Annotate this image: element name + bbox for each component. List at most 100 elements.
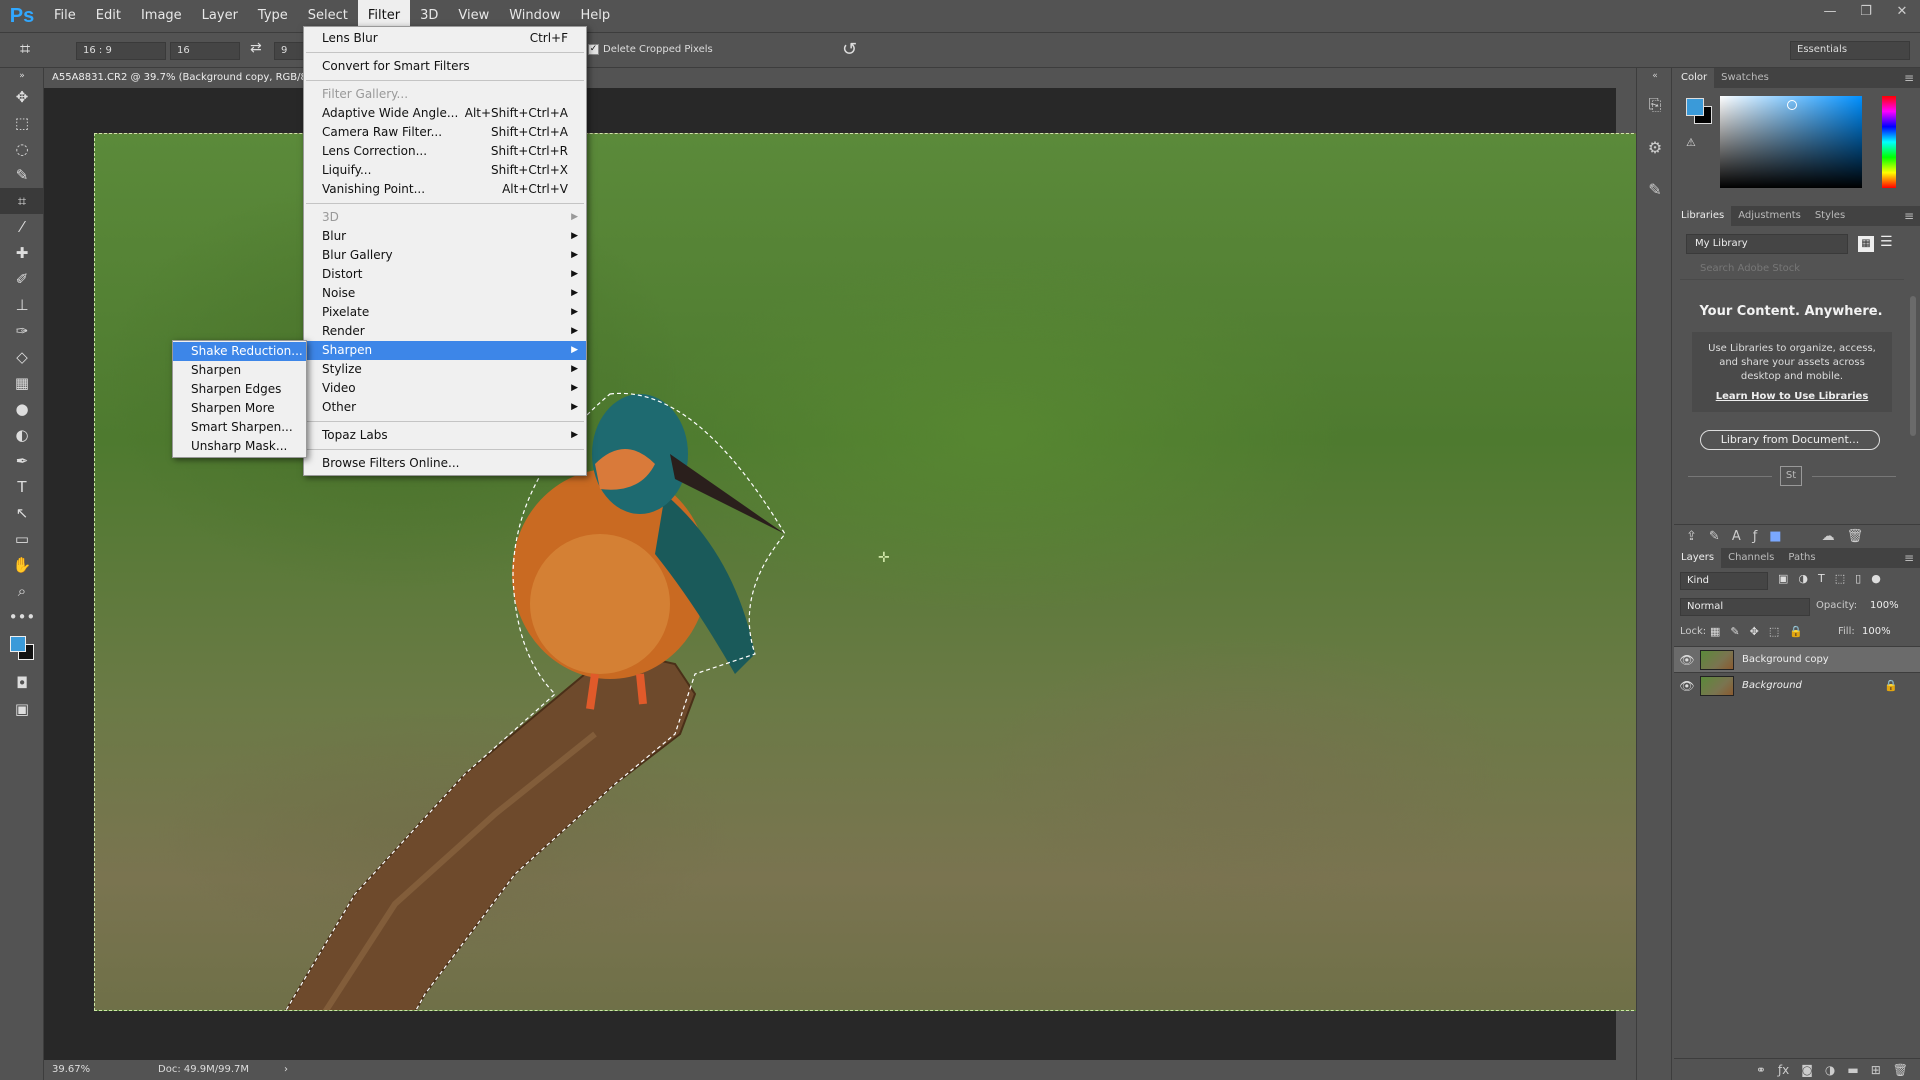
- filter-item-sharpen[interactable]: Sharpen ▶: [304, 341, 586, 360]
- menu-image[interactable]: Image: [131, 0, 192, 32]
- blend-mode-select[interactable]: Normal: [1680, 598, 1810, 616]
- tab-styles[interactable]: Styles: [1808, 206, 1852, 226]
- sharpen-item-unsharp-mask[interactable]: Unsharp Mask...: [173, 437, 306, 456]
- panel-menu-icon[interactable]: ≡: [1904, 68, 1914, 88]
- hand-tool-icon[interactable]: ✋: [0, 552, 44, 578]
- properties-panel-icon[interactable]: ⚙: [1637, 126, 1673, 168]
- close-button[interactable]: ✕: [1884, 0, 1920, 22]
- ratio-select[interactable]: 16 : 9: [76, 42, 166, 60]
- new-layer-icon[interactable]: ⊞: [1871, 1063, 1881, 1077]
- lock-artboard-icon[interactable]: ⬚: [1769, 625, 1779, 638]
- smart-object-filter-icon[interactable]: ▯: [1855, 572, 1861, 585]
- filter-item-blur-gallery[interactable]: Blur Gallery ▶: [304, 246, 586, 265]
- foreground-color-swatch[interactable]: [10, 636, 26, 652]
- filter-item-lens-blur[interactable]: Lens Blur Ctrl+F: [304, 29, 586, 48]
- brush-panel-icon[interactable]: ✎: [1637, 168, 1673, 210]
- type-tool-icon[interactable]: T: [0, 474, 44, 500]
- filter-item-stylize[interactable]: Stylize ▶: [304, 360, 586, 379]
- add-character-style-icon[interactable]: A: [1732, 529, 1741, 544]
- filter-item-video[interactable]: Video ▶: [304, 379, 586, 398]
- tab-libraries[interactable]: Libraries: [1674, 206, 1732, 226]
- restore-button[interactable]: ❐: [1848, 0, 1884, 22]
- color-swatches[interactable]: [0, 630, 44, 670]
- history-panel-icon[interactable]: ⎘: [1637, 84, 1673, 126]
- menu-type[interactable]: Type: [248, 0, 298, 32]
- color-foreground-swatch[interactable]: [1686, 98, 1704, 116]
- library-select[interactable]: My Library: [1686, 234, 1848, 254]
- layer-lock-icon[interactable]: 🔒: [1884, 679, 1898, 692]
- filter-toggle-icon[interactable]: ●: [1871, 572, 1881, 585]
- tab-paths[interactable]: Paths: [1781, 548, 1822, 568]
- layer-kind-select[interactable]: Kind: [1680, 572, 1768, 590]
- healing-brush-tool-icon[interactable]: ✚: [0, 240, 44, 266]
- menu-file[interactable]: File: [44, 0, 86, 32]
- tab-adjustments[interactable]: Adjustments: [1731, 206, 1808, 226]
- gamut-warning-icon[interactable]: ⚠: [1686, 136, 1696, 149]
- layer-row[interactable]: 👁 Background copy: [1674, 646, 1920, 672]
- color-field[interactable]: [1720, 96, 1862, 188]
- sharpen-item-shake-reduction[interactable]: Shake Reduction...: [173, 342, 306, 361]
- filter-item-distort[interactable]: Distort ▶: [304, 265, 586, 284]
- learn-libraries-link[interactable]: Learn How to Use Libraries: [1700, 390, 1884, 404]
- shape-filter-icon[interactable]: ⬚: [1835, 572, 1845, 585]
- stock-icon[interactable]: St: [1780, 466, 1802, 486]
- status-arrow-icon[interactable]: ›: [284, 1060, 288, 1080]
- menu-layer[interactable]: Layer: [192, 0, 248, 32]
- new-adjustment-icon[interactable]: ◑: [1825, 1063, 1835, 1077]
- history-brush-tool-icon[interactable]: ✑: [0, 318, 44, 344]
- list-view-icon[interactable]: ☰: [1880, 234, 1893, 250]
- toolbar-collapse-icon[interactable]: »: [0, 68, 44, 84]
- pen-tool-icon[interactable]: ✒: [0, 448, 44, 474]
- stamp-tool-icon[interactable]: ⊥: [0, 292, 44, 318]
- filter-item-pixelate[interactable]: Pixelate ▶: [304, 303, 586, 322]
- eraser-tool-icon[interactable]: ◇: [0, 344, 44, 370]
- marquee-tool-icon[interactable]: ⬚: [0, 110, 44, 136]
- filter-item-lens-correction[interactable]: Lens Correction... Shift+Ctrl+R: [304, 142, 586, 161]
- tab-color[interactable]: Color: [1674, 68, 1715, 88]
- visibility-eye-icon[interactable]: 👁: [1674, 653, 1700, 667]
- libraries-scrollbar[interactable]: [1910, 296, 1916, 436]
- lock-transparent-icon[interactable]: ▦: [1710, 625, 1720, 638]
- workspace-select[interactable]: Essentials: [1790, 41, 1910, 60]
- filter-item-noise[interactable]: Noise ▶: [304, 284, 586, 303]
- tab-channels[interactable]: Channels: [1721, 548, 1781, 568]
- delete-cropped-checkbox[interactable]: ✓ Delete Cropped Pixels: [588, 44, 713, 55]
- visibility-eye-icon[interactable]: 👁: [1674, 679, 1700, 693]
- lock-position-icon[interactable]: ✥: [1750, 625, 1759, 638]
- type-filter-icon[interactable]: T: [1818, 572, 1825, 585]
- blur-tool-icon[interactable]: ●: [0, 396, 44, 422]
- filter-item-other[interactable]: Other ▶: [304, 398, 586, 417]
- add-layer-style-icon[interactable]: ƒ: [1753, 529, 1758, 544]
- sharpen-item-sharpen-edges[interactable]: Sharpen Edges: [173, 380, 306, 399]
- library-from-document-button[interactable]: Library from Document...: [1700, 430, 1880, 450]
- quick-mask-icon[interactable]: ◘: [0, 670, 44, 696]
- filter-item-topaz-labs[interactable]: Topaz Labs ▶: [304, 426, 586, 445]
- add-graphic-icon[interactable]: ✎: [1709, 529, 1720, 544]
- trash-icon[interactable]: 🗑: [1847, 529, 1864, 544]
- swap-icon[interactable]: ⇄: [250, 40, 262, 56]
- pixel-filter-icon[interactable]: ▣: [1778, 572, 1788, 585]
- more-tools-icon[interactable]: •••: [0, 604, 44, 630]
- filter-item-browse-filters-online[interactable]: Browse Filters Online...: [304, 454, 586, 473]
- filter-item-vanishing-point[interactable]: Vanishing Point... Alt+Ctrl+V: [304, 180, 586, 199]
- tab-layers[interactable]: Layers: [1674, 548, 1722, 568]
- screen-mode-icon[interactable]: ▣: [0, 696, 44, 722]
- minimize-button[interactable]: —: [1812, 0, 1848, 22]
- reset-icon[interactable]: ↺: [842, 39, 857, 60]
- gradient-tool-icon[interactable]: ▦: [0, 370, 44, 396]
- opacity-input[interactable]: 100%: [1870, 600, 1899, 611]
- path-select-tool-icon[interactable]: ↖: [0, 500, 44, 526]
- add-content-icon[interactable]: ⇪: [1686, 529, 1697, 544]
- add-mask-icon[interactable]: ◙: [1801, 1063, 1813, 1077]
- sharpen-item-sharpen-more[interactable]: Sharpen More: [173, 399, 306, 418]
- stock-search-input[interactable]: Search Adobe Stock: [1680, 260, 1904, 280]
- color-picker-cursor[interactable]: [1787, 100, 1797, 110]
- lock-pixels-icon[interactable]: ✎: [1730, 625, 1739, 638]
- delete-layer-icon[interactable]: 🗑: [1893, 1063, 1908, 1077]
- zoom-level[interactable]: 39.67%: [52, 1060, 90, 1080]
- link-layers-icon[interactable]: ⚭: [1756, 1063, 1766, 1077]
- document-tab[interactable]: A55A8831.CR2 @ 39.7% (Background copy, R…: [44, 68, 306, 88]
- filter-item-camera-raw-filter[interactable]: Camera Raw Filter... Shift+Ctrl+A: [304, 123, 586, 142]
- sharpen-item-sharpen[interactable]: Sharpen: [173, 361, 306, 380]
- filter-item-liquify[interactable]: Liquify... Shift+Ctrl+X: [304, 161, 586, 180]
